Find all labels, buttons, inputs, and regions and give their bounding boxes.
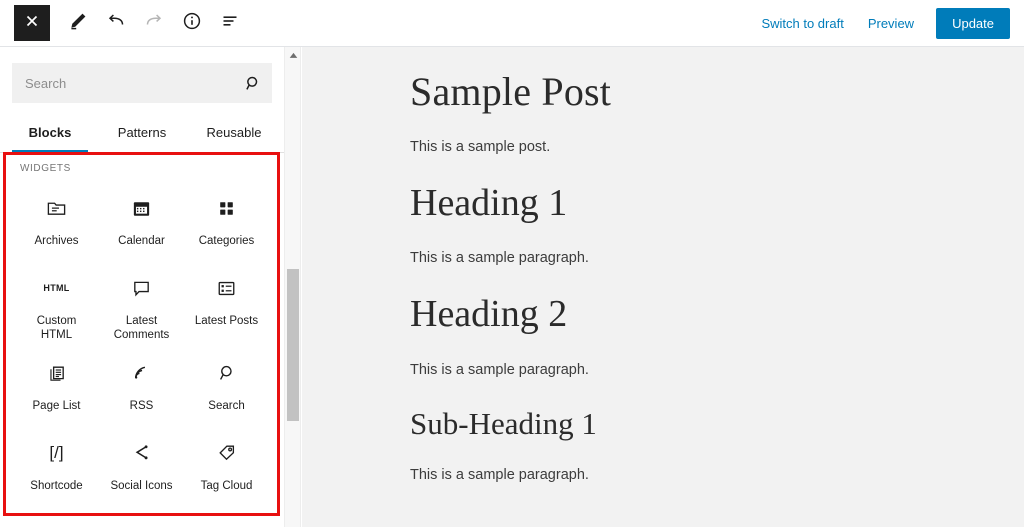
post-title[interactable]: Sample Post xyxy=(410,69,964,115)
tab-patterns[interactable]: Patterns xyxy=(96,117,188,152)
widget-shortcode[interactable]: [/] Shortcode xyxy=(14,427,99,507)
widget-label: RSS xyxy=(129,399,154,412)
shortcode-icon: [/] xyxy=(49,442,64,462)
widget-label: Latest Comments xyxy=(113,315,170,342)
widgets-section-highlight: WIDGETS Archives Calendar Categories HTM… xyxy=(3,152,280,516)
widget-label: Categories xyxy=(198,235,255,247)
preview-button[interactable]: Preview xyxy=(856,10,926,37)
search-icon xyxy=(217,359,237,387)
widget-social-icons[interactable]: Social Icons xyxy=(99,427,184,507)
paragraph-block[interactable]: This is a sample post. xyxy=(410,137,964,159)
list-view-button[interactable] xyxy=(212,5,248,41)
heading-block[interactable]: Heading 2 xyxy=(410,292,964,338)
undo-icon xyxy=(106,11,126,36)
widget-label: Calendar xyxy=(118,235,165,247)
widget-label: Social Icons xyxy=(110,479,173,492)
widget-rss[interactable]: RSS xyxy=(99,347,184,427)
tab-reusable[interactable]: Reusable xyxy=(188,117,280,152)
widget-archives[interactable]: Archives xyxy=(14,182,99,262)
widget-search[interactable]: Search xyxy=(184,347,269,427)
rss-icon xyxy=(131,359,152,387)
list-view-icon xyxy=(220,11,240,36)
paragraph-block[interactable]: This is a sample paragraph. xyxy=(410,248,964,270)
wordpress-block-editor: Switch to draft Preview Update Blocks Pa… xyxy=(0,0,1024,527)
list-posts-icon xyxy=(216,274,237,302)
paragraph-block[interactable]: This is a sample paragraph. xyxy=(410,360,964,382)
widget-latest-posts[interactable]: Latest Posts xyxy=(184,262,269,347)
editor-toolbar: Switch to draft Preview Update xyxy=(0,0,1024,47)
info-icon xyxy=(182,11,202,36)
widget-latest-comments[interactable]: Latest Comments xyxy=(99,262,184,347)
widget-custom-html[interactable]: HTML Custom HTML xyxy=(14,262,99,347)
search-input[interactable] xyxy=(12,63,272,103)
tag-icon xyxy=(216,439,237,467)
redo-icon xyxy=(144,11,164,36)
redo-button[interactable] xyxy=(136,5,172,41)
search-icon[interactable] xyxy=(242,72,264,94)
editor-canvas: Sample Post This is a sample post. Headi… xyxy=(302,47,1024,527)
paragraph-block[interactable]: This is a sample paragraph. xyxy=(410,465,964,487)
archive-folder-icon xyxy=(46,194,67,222)
close-icon xyxy=(25,14,39,33)
widget-label: Archives xyxy=(34,235,79,247)
categories-grid-icon xyxy=(216,194,237,222)
comment-bubble-icon xyxy=(131,274,152,302)
search-container xyxy=(12,63,272,103)
sidebar-scroll-thumb[interactable] xyxy=(287,269,299,421)
subheading-block[interactable]: Sub-Heading 1 xyxy=(410,405,964,442)
toolbar-right-group: Switch to draft Preview Update xyxy=(749,7,1024,39)
widget-label: Shortcode xyxy=(30,479,83,492)
widget-label: Tag Cloud xyxy=(200,479,253,492)
close-editor-button[interactable] xyxy=(14,5,50,41)
widget-page-list[interactable]: Page List xyxy=(14,347,99,427)
pencil-icon xyxy=(68,11,88,36)
edit-mode-button[interactable] xyxy=(60,5,96,41)
pages-stack-icon xyxy=(46,359,67,387)
share-icon xyxy=(131,439,152,467)
heading-block[interactable]: Heading 1 xyxy=(410,181,964,227)
widget-label: Latest Posts xyxy=(194,315,259,327)
widget-tag-cloud[interactable]: Tag Cloud xyxy=(184,427,269,507)
calendar-icon xyxy=(131,194,152,222)
widget-label: Search xyxy=(208,399,245,412)
details-button[interactable] xyxy=(174,5,210,41)
sidebar-scrollbar[interactable] xyxy=(284,47,301,527)
inserter-tabs: Blocks Patterns Reusable xyxy=(0,117,284,153)
widget-label: Page List xyxy=(32,399,81,412)
widget-categories[interactable]: Categories xyxy=(184,182,269,262)
widget-label: Custom HTML xyxy=(36,315,77,342)
toolbar-left-group xyxy=(0,5,248,41)
undo-button[interactable] xyxy=(98,5,134,41)
block-inserter-panel: Blocks Patterns Reusable WIDGETS Archive… xyxy=(0,47,284,527)
widgets-section-label: WIDGETS xyxy=(20,163,71,174)
widget-calendar[interactable]: Calendar xyxy=(99,182,184,262)
html-icon: HTML xyxy=(43,283,70,293)
switch-to-draft-button[interactable]: Switch to draft xyxy=(749,10,855,37)
tab-blocks[interactable]: Blocks xyxy=(4,117,96,153)
widgets-grid: Archives Calendar Categories HTML Custom… xyxy=(6,178,277,507)
update-button[interactable]: Update xyxy=(936,7,1010,39)
chevron-up-icon[interactable] xyxy=(285,47,302,64)
